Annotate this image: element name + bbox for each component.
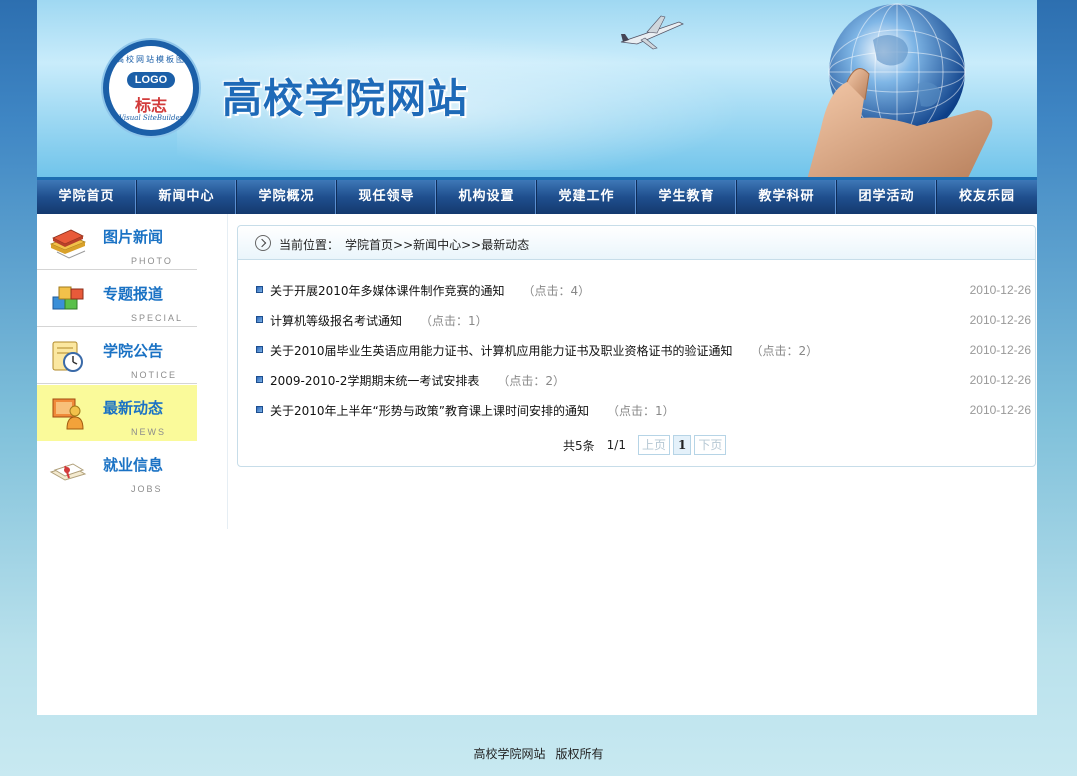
bullet-icon: [256, 376, 263, 383]
books-icon: [49, 229, 87, 259]
sidebar-item-latest-news[interactable]: 最新动态 NEWS: [37, 385, 197, 441]
logo-ring-bottom-text: Visual SiteBuilder: [119, 114, 183, 122]
sidebar-item-special-report[interactable]: 专题报道 SPECIAL: [37, 271, 197, 327]
page-container: 高校网站模板图 LOGO 标志 Visual SiteBuilder 高校学院网…: [37, 0, 1037, 715]
sidebar-item-photo-news[interactable]: 图片新闻 PHOTO: [37, 214, 197, 270]
breadcrumb-path[interactable]: 学院首页>>新闻中心>>最新动态: [345, 238, 529, 252]
person-icon: [52, 398, 84, 430]
footer-copyright: 版权所有: [555, 747, 604, 761]
sidebar: 图片新闻 PHOTO 专题报道 SPECIAL 学院公告 NOTICE 最新动态…: [37, 214, 232, 529]
news-title-link[interactable]: 2009-2010-2学期期末统一考试安排表 （点击：2）: [270, 372, 565, 389]
chevron-right-icon: [255, 235, 271, 251]
news-click-count: （点击：1）: [420, 314, 488, 328]
news-date: 2010-12-26: [969, 373, 1031, 387]
breadcrumb: 当前位置： 学院首页>>新闻中心>>最新动态: [238, 226, 1035, 260]
nav-item-alumni[interactable]: 校友乐园: [937, 180, 1037, 214]
news-title-link[interactable]: 计算机等级报名考试通知 （点击：1）: [270, 312, 488, 329]
logo-sub-text: 标志: [134, 96, 167, 115]
nav-item-leaders[interactable]: 现任领导: [337, 180, 437, 214]
sidebar-item-label: 学院公告: [103, 342, 164, 360]
news-date: 2010-12-26: [969, 343, 1031, 357]
clock-icon: [52, 341, 83, 372]
nav-item-student-education[interactable]: 学生教育: [637, 180, 737, 214]
blocks-icon: [52, 286, 84, 310]
news-click-count: （点击：1）: [606, 404, 675, 418]
bullet-icon: [256, 406, 263, 413]
logo-ring-top-text: 高校网站模板图: [116, 55, 186, 64]
nav-item-news-center[interactable]: 新闻中心: [137, 180, 237, 214]
news-title[interactable]: 关于2010年上半年“形势与政策”教育课上课时间安排的通知: [270, 404, 589, 418]
main-nav: 学院首页 新闻中心 学院概况 现任领导 机构设置 党建工作 学生教育 教学科研 …: [37, 180, 1037, 214]
sidebar-item-label: 图片新闻: [103, 228, 164, 246]
list-item: 2009-2010-2学期期末统一考试安排表 （点击：2） 2010-12-26: [256, 372, 1032, 402]
news-title-link[interactable]: 关于2010届毕业生英语应用能力证书、计算机应用能力证书及职业资格证书的验证通知…: [270, 342, 818, 359]
sidebar-item-college-notice[interactable]: 学院公告 NOTICE: [37, 328, 197, 384]
news-click-count: （点击：2）: [750, 344, 819, 358]
news-title-link[interactable]: 关于开展2010年多媒体课件制作竞赛的通知 （点击：4）: [270, 282, 590, 299]
news-title[interactable]: 计算机等级报名考试通知: [270, 314, 402, 328]
breadcrumb-label: 当前位置：: [279, 238, 340, 252]
sidebar-item-en-label: JOBS: [131, 484, 163, 494]
news-title[interactable]: 关于开展2010年多媒体课件制作竞赛的通知: [270, 284, 505, 298]
sidebar-item-en-label: PHOTO: [131, 256, 173, 266]
sidebar-separator: [37, 326, 197, 327]
news-title[interactable]: 关于2010届毕业生英语应用能力证书、计算机应用能力证书及职业资格证书的验证通知: [270, 344, 733, 358]
globe-in-hand-icon: [807, 3, 993, 180]
logo-main-text: LOGO: [127, 72, 175, 88]
news-click-count: （点击：2）: [497, 374, 566, 388]
next-page-button[interactable]: 下页: [694, 435, 727, 455]
header-banner: 高校网站模板图 LOGO 标志 Visual SiteBuilder 高校学院网…: [37, 0, 1037, 180]
news-title[interactable]: 2009-2010-2学期期末统一考试安排表: [270, 374, 479, 388]
sidebar-item-en-label: NEWS: [131, 427, 166, 437]
site-title: 高校学院网站: [222, 76, 468, 122]
news-date: 2010-12-26: [969, 283, 1031, 297]
news-click-count: （点击：4）: [522, 284, 591, 298]
sidebar-item-employment[interactable]: 就业信息 JOBS: [37, 442, 197, 498]
news-date: 2010-12-26: [969, 313, 1031, 327]
prev-page-button[interactable]: 上页: [637, 435, 670, 455]
sidebar-separator: [37, 383, 197, 384]
news-date: 2010-12-26: [969, 403, 1031, 417]
pagination: 共5条 1/1 上页 1 下页: [563, 435, 729, 455]
airplane-icon: [620, 15, 684, 50]
current-page-button[interactable]: 1: [672, 435, 692, 455]
news-list: 关于开展2010年多媒体课件制作竞赛的通知 （点击：4） 2010-12-26 计…: [256, 282, 1032, 432]
nav-item-home[interactable]: 学院首页: [37, 180, 137, 214]
site-logo[interactable]: 高校网站模板图 LOGO 标志 Visual SiteBuilder: [103, 40, 199, 136]
sidebar-item-label: 就业信息: [103, 456, 164, 474]
list-item: 关于2010届毕业生英语应用能力证书、计算机应用能力证书及职业资格证书的验证通知…: [256, 342, 1032, 372]
news-title-link[interactable]: 关于2010年上半年“形势与政策”教育课上课时间安排的通知 （点击：1）: [270, 402, 675, 419]
bullet-icon: [256, 346, 263, 353]
content-panel: 当前位置： 学院首页>>新闻中心>>最新动态 关于开展2010年多媒体课件制作竞赛…: [237, 225, 1036, 467]
breadcrumb-text: 当前位置： 学院首页>>新闻中心>>最新动态: [279, 236, 535, 253]
footer: 高校学院网站 版权所有: [0, 745, 1077, 762]
sidebar-item-en-label: SPECIAL: [131, 313, 184, 323]
nav-item-party[interactable]: 党建工作: [537, 180, 637, 214]
list-item: 关于开展2010年多媒体课件制作竞赛的通知 （点击：4） 2010-12-26: [256, 282, 1032, 312]
list-item: 关于2010年上半年“形势与政策”教育课上课时间安排的通知 （点击：1） 2010…: [256, 402, 1032, 432]
nav-item-league-activities[interactable]: 团学活动: [837, 180, 937, 214]
sidebar-item-label: 专题报道: [103, 285, 164, 303]
sidebar-separator: [37, 269, 197, 270]
sidebar-item-en-label: NOTICE: [131, 370, 178, 380]
pagination-total: 共5条: [563, 438, 595, 453]
list-item: 计算机等级报名考试通知 （点击：1） 2010-12-26: [256, 312, 1032, 342]
nav-item-organization[interactable]: 机构设置: [437, 180, 537, 214]
nav-item-teaching-research[interactable]: 教学科研: [737, 180, 837, 214]
nav-item-overview[interactable]: 学院概况: [237, 180, 337, 214]
bullet-icon: [256, 286, 263, 293]
footer-site-name: 高校学院网站: [473, 747, 546, 761]
sidebar-divider: [227, 214, 228, 529]
diploma-icon: [49, 463, 87, 481]
pagination-page-info: 1/1: [606, 438, 626, 452]
sidebar-item-label: 最新动态: [103, 399, 164, 417]
bullet-icon: [256, 316, 263, 323]
